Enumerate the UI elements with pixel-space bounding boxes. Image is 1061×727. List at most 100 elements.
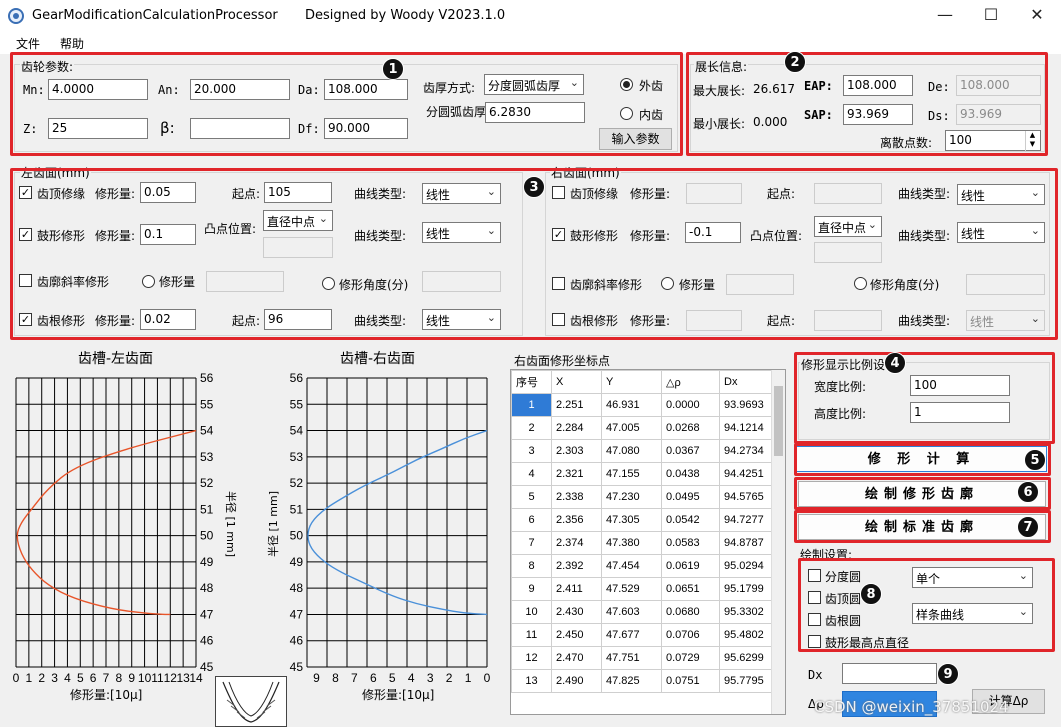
table-cell[interactable]: 95.7795 [719,669,774,693]
table-cell[interactable]: 2.338 [551,485,602,509]
table-cell[interactable]: 1 [511,393,552,417]
table-cell[interactable]: 2.470 [551,646,602,670]
table-row[interactable]: 11 2.450 47.677 0.0706 95.4802 [511,623,774,647]
table-cell[interactable]: 47.155 [601,462,662,486]
table-row[interactable]: 2 2.284 47.005 0.0268 94.1214 [511,416,774,440]
table-cell[interactable]: 94.1214 [719,416,774,440]
table-cell[interactable]: 0.0438 [661,462,720,486]
table-cell[interactable]: 10 [511,600,552,624]
table-row[interactable]: 12 2.470 47.751 0.0729 95.6299 [511,646,774,670]
table-row[interactable]: 6 2.356 47.305 0.0542 94.7277 [511,508,774,532]
table-cell[interactable]: 7 [511,531,552,555]
table-cell[interactable]: 2.430 [551,600,602,624]
table-cell[interactable]: 12 [511,646,552,670]
maximize-button[interactable]: ☐ [968,0,1014,32]
table-cell[interactable]: 0.0000 [661,393,720,417]
table-cell[interactable]: 47.005 [601,416,662,440]
table-cell[interactable]: 94.8787 [719,531,774,555]
table-cell[interactable]: 9 [511,577,552,601]
table-scrollbar-thumb[interactable] [774,386,783,456]
close-button[interactable]: ✕ [1014,0,1060,32]
menu-file[interactable]: 文件 [16,35,40,52]
table-cell[interactable]: 47.529 [601,577,662,601]
table-cell[interactable]: 4 [511,462,552,486]
table-cell[interactable]: 0.0751 [661,669,720,693]
table-row[interactable]: 7 2.374 47.380 0.0583 94.8787 [511,531,774,555]
col-header-y[interactable]: Y [601,370,662,394]
table-cell[interactable]: 0.0729 [661,646,720,670]
table-cell[interactable]: 0.0542 [661,508,720,532]
table-row[interactable]: 5 2.338 47.230 0.0495 94.5765 [511,485,774,509]
table-cell[interactable]: 93.9693 [719,393,774,417]
table-cell[interactable]: 47.825 [601,669,662,693]
table-cell[interactable]: 13 [511,669,552,693]
table-cell[interactable]: 2.321 [551,462,602,486]
table-cell[interactable]: 2.411 [551,577,602,601]
menu-help[interactable]: 帮助 [60,35,84,52]
table-cell[interactable]: 95.4802 [719,623,774,647]
table-cell[interactable]: 47.677 [601,623,662,647]
table-row[interactable]: 1 2.251 46.931 0.0000 93.9693 [511,393,774,417]
table-row[interactable]: 3 2.303 47.080 0.0367 94.2734 [511,439,774,463]
table-cell[interactable]: 94.4251 [719,462,774,486]
profile-charts: 0 1 2 3 4 5 6 7 8 9 10 11 12 13 1456555453525150494847… [13,371,491,685]
table-cell[interactable]: 2.251 [551,393,602,417]
table-cell[interactable]: 47.454 [601,554,662,578]
table-cell[interactable]: 2.450 [551,623,602,647]
table-cell[interactable]: 0.0651 [661,577,720,601]
table-cell[interactable]: 95.3302 [719,600,774,624]
table-scrollbar[interactable] [771,370,785,714]
table-cell[interactable]: 94.7277 [719,508,774,532]
table-cell[interactable]: 0.0619 [661,554,720,578]
table-cell[interactable]: 2.392 [551,554,602,578]
y-tick-label: 50 [200,529,214,543]
table-cell[interactable]: 47.751 [601,646,662,670]
table-cell[interactable]: 0.0367 [661,439,720,463]
table-cell[interactable]: 95.6299 [719,646,774,670]
table-cell[interactable]: 0.0706 [661,623,720,647]
y-tick-label: 45 [290,660,304,674]
table-cell[interactable]: 2.374 [551,531,602,555]
col-header-x[interactable]: X [551,370,602,394]
table-cell[interactable]: 94.5765 [719,485,774,509]
minimize-button[interactable]: — [922,0,968,32]
table-cell[interactable]: 2.303 [551,439,602,463]
table-cell[interactable]: 95.0294 [719,554,774,578]
y-tick-label: 48 [200,581,214,595]
table-row[interactable]: 4 2.321 47.155 0.0438 94.4251 [511,462,774,486]
table-row[interactable]: 10 2.430 47.603 0.0680 95.3302 [511,600,774,624]
coord-table-container[interactable]: 序号 X Y △ρ Dx 1 2.251 46.931 0.0000 93.9693 2 2… [510,369,786,715]
table-row[interactable]: 9 2.411 47.529 0.0651 95.1799 [511,577,774,601]
col-header-index[interactable]: 序号 [511,370,552,394]
table-row[interactable]: 13 2.490 47.825 0.0751 95.7795 [511,669,774,693]
table-cell[interactable]: 46.931 [601,393,662,417]
table-cell[interactable]: 6 [511,508,552,532]
table-cell[interactable]: 94.2734 [719,439,774,463]
dx-input[interactable] [842,663,937,684]
table-cell[interactable]: 5 [511,485,552,509]
designer-text: Designed by Woody V2023.1.0 [305,8,506,23]
table-cell[interactable]: 47.380 [601,531,662,555]
col-header-drho[interactable]: △ρ [661,370,720,394]
table-cell[interactable]: 95.1799 [719,577,774,601]
x-tick-label: 3 [51,671,58,685]
table-cell[interactable]: 47.305 [601,508,662,532]
table-cell[interactable]: 0.0268 [661,416,720,440]
table-cell[interactable]: 2 [511,416,552,440]
table-cell[interactable]: 2.356 [551,508,602,532]
table-cell[interactable]: 47.603 [601,600,662,624]
table-cell[interactable]: 47.230 [601,485,662,509]
table-cell[interactable]: 2.490 [551,669,602,693]
x-tick-label: 8 [116,671,123,685]
table-row[interactable]: 8 2.392 47.454 0.0619 95.0294 [511,554,774,578]
table-cell[interactable]: 3 [511,439,552,463]
table-cell[interactable]: 2.284 [551,416,602,440]
table-cell[interactable]: 0.0495 [661,485,720,509]
col-header-dx[interactable]: Dx [719,370,774,394]
table-cell[interactable]: 47.080 [601,439,662,463]
table-cell[interactable]: 0.0583 [661,531,720,555]
badge-8: 8 [860,583,882,605]
table-cell[interactable]: 11 [511,623,552,647]
table-cell[interactable]: 8 [511,554,552,578]
table-cell[interactable]: 0.0680 [661,600,720,624]
